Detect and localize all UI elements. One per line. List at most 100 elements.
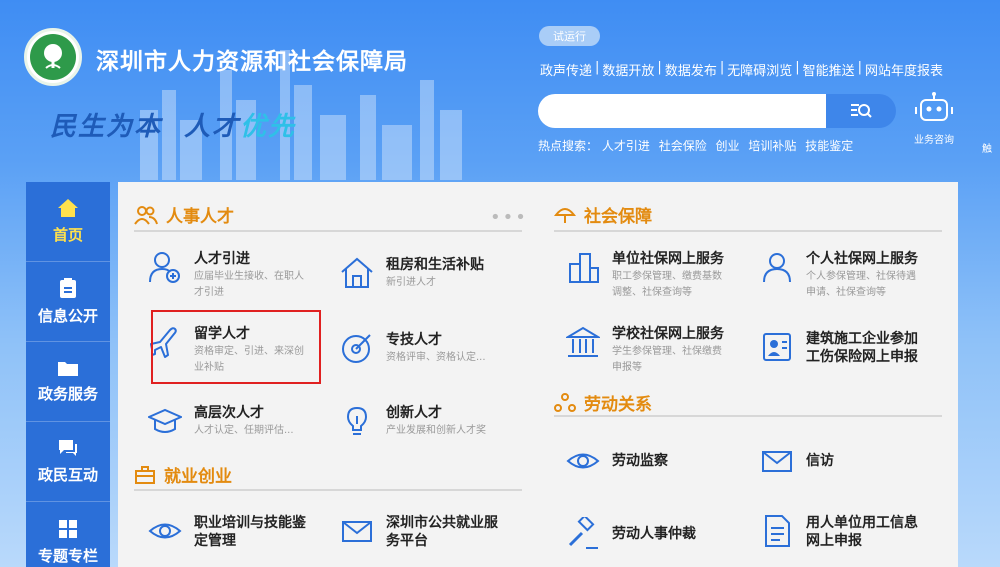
service-title-line2: 务平台 [386, 533, 428, 549]
hot-word-insurance[interactable]: 社会保险 [659, 139, 707, 153]
site-title[interactable]: 深圳市人力资源和社会保障局 [96, 42, 408, 76]
service-petition[interactable]: 信访 [760, 444, 834, 478]
highlight-box [151, 310, 321, 384]
service-vocational-training[interactable]: 职业培训与技能鉴 定管理 [148, 514, 306, 550]
section-title-talent: 人事人才 [134, 202, 234, 227]
umbrella-icon [554, 207, 576, 223]
gavel-icon [568, 517, 598, 549]
service-title: 信访 [806, 453, 834, 469]
service-employer-insurance[interactable]: 单位社保网上服务 职工参保管理、缴费基数 调整、社保查询等 [566, 250, 724, 300]
document-icon [765, 515, 790, 547]
service-desc-line1: 人才认定、任期评估... [194, 425, 294, 436]
hot-word-startup[interactable]: 创业 [716, 139, 740, 153]
nav-item-interaction[interactable]: 政民互动 [26, 422, 110, 502]
service-title: 劳动人事仲裁 [612, 526, 696, 542]
target-icon [342, 334, 371, 363]
side-nav: 首页 信息公开 政务服务 政民互动 专题专栏 [26, 182, 110, 567]
house-icon [341, 257, 373, 288]
hot-word-training[interactable]: 培训补贴 [748, 139, 796, 153]
service-desc-line1: 资格评审、资格认定... [386, 352, 486, 363]
section-title-labor: 劳动关系 [554, 390, 652, 415]
top-link-open-data[interactable]: 数据开放 [602, 60, 654, 79]
service-title-line2: 定管理 [194, 533, 236, 549]
robot-icon [915, 92, 953, 121]
bureau-logo[interactable] [24, 28, 82, 86]
mail-icon [762, 451, 792, 472]
mail-icon [342, 521, 372, 542]
service-title: 租房和生活补贴 [386, 257, 484, 273]
building-icon [569, 253, 599, 283]
service-labor-arbitration[interactable]: 劳动人事仲裁 [566, 517, 696, 551]
search-icon [851, 104, 872, 118]
top-link-policy[interactable]: 政声传递 [540, 60, 592, 79]
hot-word-skill[interactable]: 技能鉴定 [805, 139, 853, 153]
nav-label-interaction: 政民互动 [37, 466, 98, 484]
service-title: 个人社保网上服务 [806, 251, 918, 267]
service-rent-subsidy[interactable]: 租房和生活补贴 新引进人才 [340, 256, 484, 290]
service-title-line2: 网上申报 [806, 533, 862, 549]
service-desc-line2: 才引进 [194, 287, 224, 298]
service-school-insurance[interactable]: 学校社保网上服务 学生参保管理、社保缴费 申报等 [566, 325, 724, 375]
worker-card-icon [763, 333, 791, 361]
service-title-line1: 用人单位用工信息 [806, 515, 918, 531]
service-professional-talent[interactable]: 专技人才 资格评审、资格认定... [340, 331, 486, 365]
nav-item-home[interactable]: 首页 [26, 182, 110, 262]
divider-social [554, 230, 942, 232]
service-title: 劳动监察 [612, 453, 668, 469]
nav-item-services[interactable]: 政务服务 [26, 342, 110, 422]
service-public-employment[interactable]: 深圳市公共就业服 务平台 [340, 514, 498, 550]
divider-labor [554, 415, 942, 417]
briefcase-icon [135, 465, 155, 484]
service-title-line1: 深圳市公共就业服 [386, 515, 498, 531]
service-title: 学校社保网上服务 [612, 326, 724, 342]
nav-label-services: 政务服务 [37, 385, 98, 403]
service-title: 单位社保网上服务 [612, 251, 724, 267]
top-link-accessibility[interactable]: 无障碍浏览 [727, 60, 792, 79]
trial-badge: 试运行 [539, 26, 600, 46]
hot-word-talent[interactable]: 人才引进 [602, 139, 650, 153]
lightbulb-icon [346, 406, 368, 435]
edge-tab-label[interactable]: 触 [982, 140, 992, 155]
slogan-part-2a: 人才 [184, 112, 241, 142]
service-title: 高层次人才 [194, 405, 264, 421]
nav-label-topics: 专题专栏 [37, 546, 98, 565]
service-talent-intro[interactable]: 人才引进 应届毕业生接收、在职人 才引进 [148, 250, 304, 300]
slogan-part-1: 民生为本 [50, 112, 163, 142]
section-title-social: 社会保障 [554, 202, 652, 227]
top-link-annual-report[interactable]: 网站年度报表 [865, 60, 943, 79]
eye-icon [566, 453, 600, 469]
consult-robot[interactable]: 业务咨询 [906, 92, 962, 146]
graduation-cap-icon [148, 408, 182, 433]
section-label-talent: 人事人才 [166, 207, 234, 227]
search-button[interactable] [826, 94, 896, 128]
search-input[interactable] [538, 94, 834, 128]
service-title-line2: 工伤保险网上申报 [806, 349, 918, 365]
top-link-smart-push[interactable]: 智能推送 [803, 60, 855, 79]
nav-item-info[interactable]: 信息公开 [26, 262, 110, 342]
section-label-labor: 劳动关系 [584, 395, 652, 415]
nav-label-info: 信息公开 [37, 307, 98, 325]
service-innovation-talent[interactable]: 创新人才 产业发展和创新人才奖 [340, 404, 486, 438]
more-dots[interactable]: ••• [490, 207, 528, 228]
people-triangle-icon [554, 392, 576, 412]
service-desc-line2: 申请、社保查询等 [806, 287, 886, 298]
person-icon [763, 253, 791, 283]
service-high-level-talent[interactable]: 高层次人才 人才认定、任期评估... [148, 404, 294, 438]
grid-icon [59, 519, 77, 538]
nav-item-topics[interactable]: 专题专栏 [26, 502, 110, 567]
service-personal-insurance[interactable]: 个人社保网上服务 个人参保管理、社保待遇 申请、社保查询等 [760, 250, 918, 300]
slogan: 民生为本 人才优先 [50, 106, 296, 143]
hot-search-label: 热点搜索： [538, 139, 599, 153]
slogan-part-2b: 优先 [240, 112, 297, 142]
service-construction-injury[interactable]: 建筑施工企业参加 工伤保险网上申报 [760, 330, 918, 366]
document-icon [60, 278, 76, 298]
robot-label: 业务咨询 [914, 135, 954, 146]
service-employment-info-report[interactable]: 用人单位用工信息 网上申报 [760, 514, 918, 550]
hot-search: 热点搜索： 人才引进 社会保险 创业 培训补贴 技能鉴定 [538, 137, 858, 154]
eye-icon [148, 523, 182, 539]
service-labor-inspection[interactable]: 劳动监察 [566, 444, 668, 478]
service-title-line1: 建筑施工企业参加 [806, 331, 918, 347]
section-label-employment: 就业创业 [164, 467, 232, 487]
service-title-line1: 职业培训与技能鉴 [194, 515, 306, 531]
top-link-data-release[interactable]: 数据发布 [665, 60, 717, 79]
